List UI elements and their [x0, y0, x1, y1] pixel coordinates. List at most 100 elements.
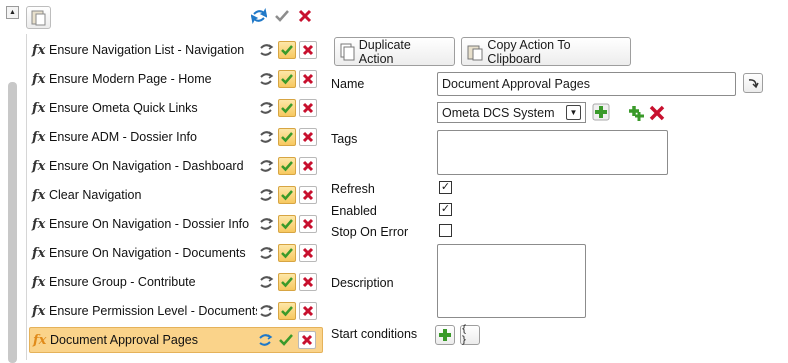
delete-icon[interactable]: [299, 157, 317, 175]
delete-icon[interactable]: [299, 186, 317, 204]
list-scrollbar[interactable]: ▲: [6, 6, 19, 363]
stop-on-error-checkbox[interactable]: [439, 224, 452, 237]
check-icon[interactable]: [278, 244, 296, 262]
check-icon[interactable]: [278, 215, 296, 233]
action-list-item[interactable]: fx Ensure Ometa Quick Links: [29, 95, 323, 121]
arrow-turn-icon: [748, 79, 759, 89]
refresh-icon[interactable]: [257, 244, 275, 262]
duplicate-icon: [340, 43, 355, 60]
check-icon[interactable]: [278, 99, 296, 117]
scroll-up-button[interactable]: ▲: [6, 6, 19, 19]
action-row-buttons: [257, 99, 317, 117]
refresh-icon[interactable]: [257, 70, 275, 88]
action-list-item[interactable]: fx Ensure On Navigation - Dossier Info: [29, 211, 323, 237]
function-icon: fx: [32, 42, 46, 58]
edit-condition-json-button[interactable]: { }: [460, 324, 480, 346]
delete-icon[interactable]: [299, 99, 317, 117]
refresh-icon[interactable]: [257, 215, 275, 233]
action-label: Clear Navigation: [49, 188, 142, 202]
refresh-label: Refresh: [331, 182, 375, 196]
check-icon[interactable]: [278, 157, 296, 175]
check-icon[interactable]: [273, 7, 291, 25]
start-conditions-label: Start conditions: [331, 327, 418, 341]
action-label: Ensure Ometa Quick Links: [49, 101, 198, 115]
action-list-item[interactable]: fx Ensure Permission Level - Documents: [29, 298, 323, 324]
action-row-buttons: [257, 273, 317, 291]
delete-icon[interactable]: [298, 331, 316, 349]
add-system-multiple-icon[interactable]: [627, 104, 645, 122]
refresh-icon[interactable]: [257, 99, 275, 117]
action-label: Ensure On Navigation - Dossier Info: [49, 217, 250, 231]
system-select-value: Ometa DCS System: [442, 105, 555, 120]
description-input[interactable]: [437, 244, 586, 318]
refresh-icon[interactable]: [257, 128, 275, 146]
clipboard-paste-icon: [31, 10, 46, 26]
function-icon: fx: [32, 71, 46, 87]
check-icon[interactable]: [278, 70, 296, 88]
delete-icon[interactable]: [299, 70, 317, 88]
action-list-item[interactable]: fx Document Approval Pages: [29, 327, 323, 353]
function-icon: fx: [32, 100, 46, 116]
action-list-item[interactable]: fx Ensure On Navigation - Dashboard: [29, 153, 323, 179]
function-icon: fx: [32, 303, 46, 319]
copy-action-label: Copy Action To Clipboard: [487, 37, 571, 66]
action-label: Ensure On Navigation - Documents: [49, 246, 246, 260]
braces-icon: { }: [461, 324, 468, 346]
check-icon[interactable]: [278, 302, 296, 320]
add-start-condition-button[interactable]: [435, 325, 455, 345]
list-toolbar: [250, 7, 314, 25]
check-icon[interactable]: [278, 41, 296, 59]
duplicate-action-button[interactable]: Duplicate Action: [334, 37, 455, 66]
action-list-item[interactable]: fx Ensure Navigation List - Navigation: [29, 37, 323, 63]
refresh-icon[interactable]: [250, 7, 268, 25]
description-label: Description: [331, 276, 394, 290]
delete-multiple-icon[interactable]: [296, 7, 314, 25]
action-row-buttons: [257, 157, 317, 175]
action-row-buttons: [257, 302, 317, 320]
action-label: Ensure Group - Contribute: [49, 275, 196, 289]
copy-to-clipboard-button[interactable]: Copy Action To Clipboard: [461, 37, 631, 66]
remove-system-icon[interactable]: [648, 104, 666, 122]
refresh-icon[interactable]: [257, 41, 275, 59]
function-icon: fx: [32, 245, 46, 261]
system-select[interactable]: Ometa DCS System ▼: [437, 102, 586, 123]
tags-label: Tags: [331, 132, 358, 146]
scroll-thumb[interactable]: [8, 82, 17, 363]
check-icon[interactable]: [278, 273, 296, 291]
refresh-icon[interactable]: [257, 273, 275, 291]
tags-input[interactable]: [437, 130, 668, 175]
name-action-button[interactable]: [743, 73, 763, 93]
delete-icon[interactable]: [299, 302, 317, 320]
duplicate-action-label: Duplicate Action: [358, 37, 411, 66]
refresh-checkbox[interactable]: ✓: [439, 181, 452, 194]
paste-action-button[interactable]: [26, 6, 51, 29]
check-icon[interactable]: [278, 186, 296, 204]
check-icon[interactable]: [278, 128, 296, 146]
delete-icon[interactable]: [299, 244, 317, 262]
refresh-icon[interactable]: [256, 331, 274, 349]
action-row-buttons: [257, 41, 317, 59]
action-list-item[interactable]: fx Ensure Modern Page - Home: [29, 66, 323, 92]
delete-icon[interactable]: [299, 128, 317, 146]
action-label: Ensure Navigation List - Navigation: [49, 43, 245, 57]
action-list-item[interactable]: fx Ensure Group - Contribute: [29, 269, 323, 295]
clipboard-icon: [467, 45, 483, 60]
check-icon[interactable]: [277, 331, 295, 349]
refresh-icon[interactable]: [257, 302, 275, 320]
enabled-checkbox[interactable]: ✓: [439, 203, 452, 216]
action-list-item[interactable]: fx Clear Navigation: [29, 182, 323, 208]
delete-icon[interactable]: [299, 215, 317, 233]
add-system-icon[interactable]: [592, 103, 610, 121]
delete-icon[interactable]: [299, 41, 317, 59]
action-list: fx Ensure Navigation List - Navigation fx E…: [26, 34, 326, 360]
action-row-buttons: [257, 186, 317, 204]
action-list-item[interactable]: fx Ensure On Navigation - Documents: [29, 240, 323, 266]
action-label: Ensure Modern Page - Home: [49, 72, 212, 86]
refresh-icon[interactable]: [257, 157, 275, 175]
function-icon: fx: [32, 187, 46, 203]
action-list-item[interactable]: fx Ensure ADM - Dossier Info: [29, 124, 323, 150]
name-label: Name: [331, 77, 365, 91]
delete-icon[interactable]: [299, 273, 317, 291]
refresh-icon[interactable]: [257, 186, 275, 204]
name-input[interactable]: Document Approval Pages: [437, 72, 736, 96]
